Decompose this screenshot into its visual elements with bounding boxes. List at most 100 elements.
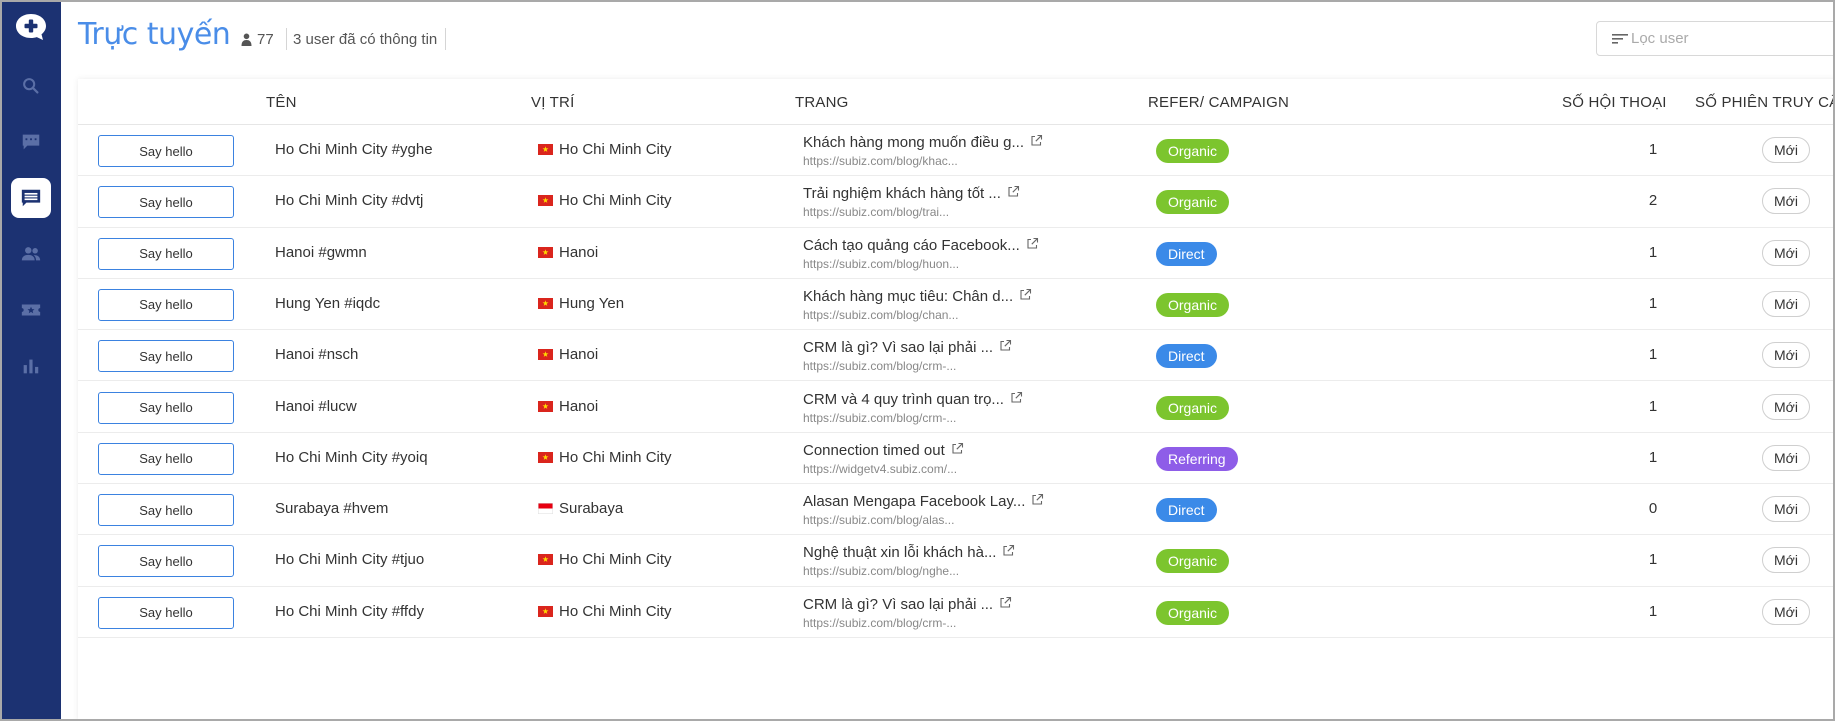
chat-icon[interactable]: [11, 122, 51, 162]
external-link-icon[interactable]: [1002, 544, 1015, 561]
say-hello-button[interactable]: Say hello: [98, 186, 234, 219]
page-title-link[interactable]: Trải nghiệm khách hàng tốt ...: [803, 185, 1020, 202]
say-hello-button[interactable]: Say hello: [98, 237, 234, 270]
page-title-text[interactable]: Nghệ thuật xin lỗi khách hà...: [803, 544, 996, 561]
say-hello-button[interactable]: Say hello: [98, 545, 234, 578]
location-label: Hanoi: [559, 346, 599, 364]
visitor-name[interactable]: Hung Yen #iqdc: [275, 295, 380, 312]
campaign-badge: Referring: [1156, 446, 1238, 471]
online-count: 77: [241, 31, 274, 48]
identified-users-count[interactable]: 3 user đã có thông tin: [293, 31, 437, 48]
conversation-count: 1: [1648, 294, 1658, 312]
visitor-name[interactable]: Hanoi #gwmn: [275, 244, 367, 261]
page-url: https://subiz.com/blog/chan...: [803, 307, 959, 322]
user-icon: [241, 33, 252, 46]
external-link-icon[interactable]: [951, 442, 964, 459]
location-label: Hanoi: [559, 243, 599, 261]
page-title-text[interactable]: Connection timed out: [803, 442, 945, 459]
table-row[interactable]: Say hello Hanoi #gwmn Hanoi Cách tạo quảng …: [78, 228, 1833, 279]
page-title-link[interactable]: Nghệ thuật xin lỗi khách hà...: [803, 544, 1015, 561]
table-row[interactable]: Say hello Surabaya #hvem Surabaya Alasan Me…: [78, 484, 1833, 536]
visitor-name[interactable]: Ho Chi Minh City #ffdy: [275, 603, 424, 620]
external-link-icon[interactable]: [1030, 134, 1043, 151]
table-row[interactable]: Say hello Hung Yen #iqdc Hung Yen Khách hàn…: [78, 279, 1833, 331]
page-header: Trực tuyến 77 3 user đã có thông tin: [61, 2, 1833, 74]
table-row[interactable]: Say hello Ho Chi Minh City #tjuo Ho Chi Mi…: [78, 535, 1833, 587]
location-label: Surabaya: [559, 500, 624, 518]
bar-chart-icon[interactable]: [11, 346, 51, 386]
table-row[interactable]: Say hello Hanoi #nsch Hanoi CRM là gì? Vì s…: [78, 330, 1833, 382]
page-title-link[interactable]: Alasan Mengapa Facebook Lay...: [803, 493, 1044, 510]
flag-vn-icon: [538, 246, 553, 258]
flag-vn-icon: [538, 349, 553, 361]
column-header-sessions[interactable]: SỐ PHIÊN TRUY CẬP: [1695, 94, 1833, 111]
external-link-icon[interactable]: [1031, 493, 1044, 510]
search-icon[interactable]: [11, 66, 51, 106]
table-row[interactable]: Say hello Ho Chi Minh City #dvtj Ho Chi Mi…: [78, 176, 1833, 228]
page-title-link[interactable]: Khách hàng mong muốn điều g...: [803, 134, 1043, 151]
users-icon[interactable]: [11, 234, 51, 274]
flag-vn-icon: [538, 195, 553, 207]
page-title-link[interactable]: CRM và 4 quy trình quan trọ...: [803, 391, 1023, 408]
session-status-pill: Mới: [1762, 496, 1810, 523]
page-title-text[interactable]: CRM là gì? Vì sao lại phải ...: [803, 339, 993, 356]
visited-page: Cách tạo quảng cáo Facebook... https://su…: [803, 237, 1039, 271]
external-link-icon[interactable]: [1019, 288, 1032, 305]
table-row[interactable]: Say hello Ho Chi Minh City #yghe Ho Chi Mi…: [78, 125, 1833, 177]
page-title-text[interactable]: CRM là gì? Vì sao lại phải ...: [803, 596, 993, 613]
say-hello-button[interactable]: Say hello: [98, 596, 234, 629]
page-title-link[interactable]: Cách tạo quảng cáo Facebook...: [803, 237, 1039, 254]
page-title-text[interactable]: Trải nghiệm khách hàng tốt ...: [803, 185, 1001, 202]
campaign-badge: Direct: [1156, 344, 1217, 369]
say-hello-button[interactable]: Say hello: [98, 340, 234, 373]
visitor-location: Hung Yen: [538, 295, 624, 312]
say-hello-button[interactable]: Say hello: [98, 288, 234, 321]
page-title-text[interactable]: CRM và 4 quy trình quan trọ...: [803, 391, 1004, 408]
visitor-name[interactable]: Hanoi #lucw: [275, 398, 357, 415]
flag-vn-icon: [538, 297, 553, 309]
page-title-text[interactable]: Alasan Mengapa Facebook Lay...: [803, 493, 1025, 510]
header-divider: [286, 28, 287, 50]
session-status-pill: Mới: [1762, 444, 1810, 471]
visitor-name[interactable]: Hanoi #nsch: [275, 346, 358, 363]
page-title-link[interactable]: CRM là gì? Vì sao lại phải ...: [803, 339, 1012, 356]
page-title-text[interactable]: Cách tạo quảng cáo Facebook...: [803, 237, 1020, 254]
visitors-table: TÊN VỊ TRÍ TRANG REFER/ CAMPAIGN SỐ HỘI …: [78, 79, 1833, 719]
visitor-name[interactable]: Ho Chi Minh City #tjuo: [275, 551, 424, 568]
external-link-icon[interactable]: [1010, 391, 1023, 408]
page-title: Trực tuyến: [78, 17, 231, 52]
ticket-icon[interactable]: [11, 290, 51, 330]
conversation-count: 1: [1648, 243, 1658, 261]
say-hello-button[interactable]: Say hello: [98, 494, 234, 527]
page-url: https://subiz.com/blog/alas...: [803, 513, 955, 528]
say-hello-button[interactable]: Say hello: [98, 135, 234, 167]
visitor-name[interactable]: Surabaya #hvem: [275, 500, 388, 517]
page-title-text[interactable]: Khách hàng mong muốn điều g...: [803, 134, 1024, 151]
filter-user-input[interactable]: [1631, 30, 1831, 47]
page-title-link[interactable]: Connection timed out: [803, 442, 964, 459]
page-title-link[interactable]: CRM là gì? Vì sao lại phải ...: [803, 596, 1012, 613]
page-title-link[interactable]: Khách hàng mục tiêu: Chân d...: [803, 288, 1032, 305]
external-link-icon[interactable]: [1026, 237, 1039, 254]
visitors-list-icon[interactable]: [11, 178, 51, 218]
visitor-name[interactable]: Ho Chi Minh City #yghe: [275, 141, 433, 158]
conversation-count: 2: [1648, 192, 1658, 210]
external-link-icon[interactable]: [999, 596, 1012, 613]
table-row[interactable]: Say hello Ho Chi Minh City #ffdy Ho Chi Mi…: [78, 587, 1833, 638]
page-title-text[interactable]: Khách hàng mục tiêu: Chân d...: [803, 288, 1013, 305]
visitor-name[interactable]: Ho Chi Minh City #dvtj: [275, 192, 423, 209]
table-row[interactable]: Say hello Hanoi #lucw Hanoi CRM và 4 quy tr…: [78, 382, 1833, 433]
column-header-conversations[interactable]: SỐ HỘI THOẠI: [1562, 94, 1667, 111]
column-header-page: TRANG: [795, 94, 849, 111]
logo-icon[interactable]: [14, 12, 48, 42]
visitor-name[interactable]: Ho Chi Minh City #yoiq: [275, 449, 428, 466]
flag-vn-icon: [538, 605, 553, 617]
table-row[interactable]: Say hello Ho Chi Minh City #yoiq Ho Chi Mi…: [78, 433, 1833, 485]
say-hello-button[interactable]: Say hello: [98, 442, 234, 475]
external-link-icon[interactable]: [1007, 185, 1020, 202]
conversation-count: 1: [1648, 551, 1658, 569]
filter-user-box[interactable]: [1596, 21, 1833, 56]
external-link-icon[interactable]: [999, 339, 1012, 356]
page-url: https://subiz.com/blog/crm-...: [803, 359, 957, 374]
say-hello-button[interactable]: Say hello: [98, 391, 234, 424]
